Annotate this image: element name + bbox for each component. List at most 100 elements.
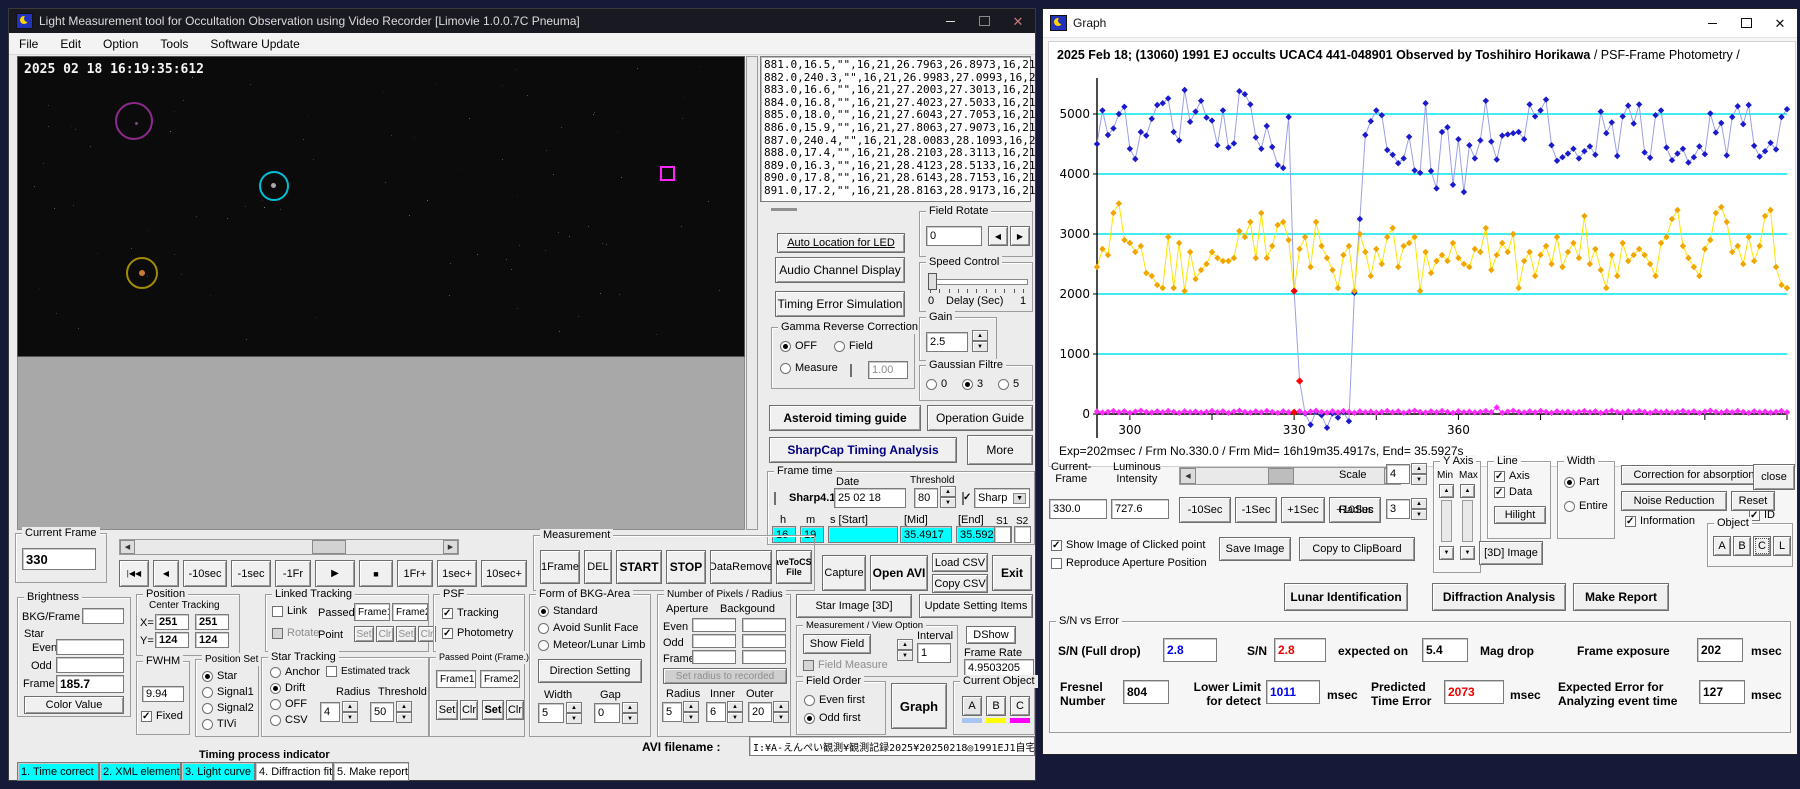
scroll-left-icon[interactable]: ◀: [1180, 468, 1196, 484]
object-b-button[interactable]: B: [986, 696, 1006, 716]
gamma-field-radio[interactable]: Field: [834, 340, 873, 352]
anchor-radio[interactable]: Anchor: [270, 666, 320, 678]
tracking-radius-spinner[interactable]: [342, 701, 358, 723]
marker-square-magenta[interactable]: [660, 166, 675, 181]
correction-absorption-button[interactable]: Correction for absorption: [1621, 465, 1767, 485]
sharp-checkbox[interactable]: [774, 492, 776, 505]
minus-1frame-button[interactable]: -1Fr: [275, 560, 311, 587]
one-frame-button[interactable]: 1Frame: [540, 550, 580, 584]
auto-location-led-button[interactable]: Auto Location for LED: [777, 233, 905, 253]
bkg-avoid-sunlit-radio[interactable]: Avoid Sunlit Face: [538, 622, 638, 634]
menu-option[interactable]: Option: [103, 37, 138, 51]
field-rotate-input[interactable]: 0: [926, 226, 982, 246]
y-max-slider[interactable]: [1462, 500, 1473, 542]
predicted-time-error-field[interactable]: 2073: [1444, 680, 1504, 704]
frame-exposure-field[interactable]: 202: [1697, 638, 1743, 662]
play-button[interactable]: ▶: [315, 560, 355, 587]
gaussian-0-radio[interactable]: 0: [926, 378, 947, 390]
noise-reduction-button[interactable]: Noise Reduction: [1621, 491, 1727, 511]
step-back-button[interactable]: ◀: [153, 560, 179, 587]
graph-current-frame-field[interactable]: 330.0: [1049, 499, 1107, 519]
start-field[interactable]: [828, 526, 898, 543]
expected-on-field[interactable]: 5.4: [1422, 638, 1468, 662]
update-setting-items-button[interactable]: Update Setting Items: [919, 594, 1033, 618]
reset-button[interactable]: Reset: [1731, 491, 1775, 511]
linked-set1-button[interactable]: Set: [354, 626, 374, 642]
exit-button[interactable]: Exit: [992, 555, 1032, 591]
threshold-spinner[interactable]: [940, 486, 956, 508]
speed-slider-thumb[interactable]: [928, 273, 937, 290]
load-csv-button[interactable]: Load CSV: [932, 553, 988, 572]
scroll-left-icon[interactable]: ◀: [120, 540, 135, 554]
y-max-down-icon[interactable]: ▼: [1460, 546, 1475, 560]
graph-object-a-button[interactable]: A: [1713, 536, 1731, 556]
hilight-button[interactable]: Hilight: [1494, 506, 1546, 524]
chart-plot-area[interactable]: 500040003000200010000300330360: [1051, 68, 1791, 440]
stop-playback-button[interactable]: ■: [359, 560, 393, 587]
menu-tools[interactable]: Tools: [160, 37, 188, 51]
timing-error-simulation-button[interactable]: Timing Error Simulation: [775, 291, 905, 317]
reproduce-aperture-checkbox[interactable]: Reproduce Aperture Position: [1051, 557, 1207, 569]
graph-radius-field[interactable]: 3: [1386, 499, 1410, 519]
bkg-frame-field[interactable]: [82, 608, 124, 624]
odd-first-radio[interactable]: Odd first: [804, 712, 861, 724]
plus-1sec-graph-button[interactable]: +1Sec: [1281, 497, 1325, 523]
plus-1frame-button[interactable]: 1Fr+: [397, 560, 433, 587]
y-max-up-icon[interactable]: ▲: [1460, 484, 1475, 498]
color-value-button[interactable]: Color Value: [24, 696, 124, 714]
fwhm-fixed-checkbox[interactable]: Fixed: [141, 710, 183, 722]
gamma-value-field[interactable]: 1.00: [868, 361, 908, 379]
field-rotate-left-icon[interactable]: ◀: [988, 226, 1008, 246]
frame-brightness-field[interactable]: 185.7: [56, 675, 124, 693]
sharp-mode-checkbox[interactable]: [962, 492, 964, 505]
linked-frame2-field[interactable]: Frame2: [392, 603, 428, 621]
field-measure-checkbox[interactable]: Field Measure: [803, 659, 888, 671]
plus-10sec-button[interactable]: 10sec+: [481, 560, 527, 587]
avi-filename-field[interactable]: I:¥A-えんぺい観測¥観測記録2025¥20250218◎1991EJ1自宅¥…: [749, 736, 1035, 756]
pos-set-star-radio[interactable]: Star: [202, 670, 237, 682]
capture-button[interactable]: Capture: [822, 555, 866, 591]
plus-1sec-button[interactable]: 1sec+: [437, 560, 477, 587]
data-remove-button[interactable]: DataRemove: [710, 550, 772, 584]
lower-limit-field[interactable]: 1011: [1266, 680, 1320, 704]
menu-edit[interactable]: Edit: [60, 37, 81, 51]
s2-field[interactable]: [1014, 526, 1031, 543]
graph-radius-spinner[interactable]: [1411, 498, 1427, 520]
set-radius-recorded-button[interactable]: Set radius to recorded: [663, 668, 787, 684]
background-even-field[interactable]: [742, 618, 786, 632]
background-frame-field[interactable]: [742, 650, 786, 664]
open-avi-button[interactable]: Open AVI: [870, 555, 928, 591]
star-image-3d-button[interactable]: Star Image [3D]: [796, 594, 912, 618]
tab-light-curve[interactable]: 3. Light curve: [181, 762, 255, 781]
information-checkbox[interactable]: Information: [1625, 515, 1695, 527]
minus-1sec-graph-button[interactable]: -1Sec: [1235, 497, 1277, 523]
bkg-meteor-limb-radio[interactable]: Meteor/Lunar Limb: [538, 639, 645, 651]
scroll-right-icon[interactable]: ▶: [443, 540, 458, 554]
csv-radio[interactable]: CSV: [270, 714, 308, 726]
copy-csv-button[interactable]: Copy CSV: [932, 574, 988, 593]
aperture-even-field[interactable]: [692, 618, 736, 632]
image-3d-button[interactable]: [3D] Image: [1479, 541, 1543, 565]
maximize-icon[interactable]: [1729, 9, 1763, 37]
close-icon[interactable]: ✕: [1763, 9, 1797, 37]
threshold-field[interactable]: 80: [914, 488, 938, 508]
asteroid-timing-guide-button[interactable]: Asteroid timing guide: [769, 405, 921, 431]
make-report-button[interactable]: Make Report: [1573, 583, 1669, 611]
outer-spinner[interactable]: [773, 701, 789, 723]
line-axis-checkbox[interactable]: Axis: [1494, 470, 1530, 482]
tab-diffraction-fit[interactable]: 4. Diffraction fit: [255, 762, 333, 781]
tracking-threshold-spinner[interactable]: [396, 701, 412, 723]
frame-scrollbar[interactable]: ◀ ▶: [119, 539, 459, 555]
tab-xml-element[interactable]: 2. XML element: [99, 762, 181, 781]
video-frame[interactable]: 2025 02 18 16:19:35:612: [17, 56, 745, 357]
link-checkbox[interactable]: Link: [272, 605, 307, 617]
pos-set-tivi-radio[interactable]: TIVi: [202, 718, 236, 730]
id-checkbox[interactable]: ID: [1749, 509, 1775, 521]
gaussian-3-radio[interactable]: 3: [962, 378, 983, 390]
off-radio[interactable]: OFF: [270, 698, 307, 710]
light-curve-chart[interactable]: 2025 Feb 18; (13060) 1991 EJ occults UCA…: [1048, 41, 1796, 467]
minus-10sec-button[interactable]: -10sec: [183, 560, 227, 587]
tab-make-report[interactable]: 5. Make report: [333, 762, 409, 781]
linked-frame1-field[interactable]: Frame1: [354, 603, 390, 621]
show-field-button[interactable]: Show Field: [803, 634, 871, 654]
